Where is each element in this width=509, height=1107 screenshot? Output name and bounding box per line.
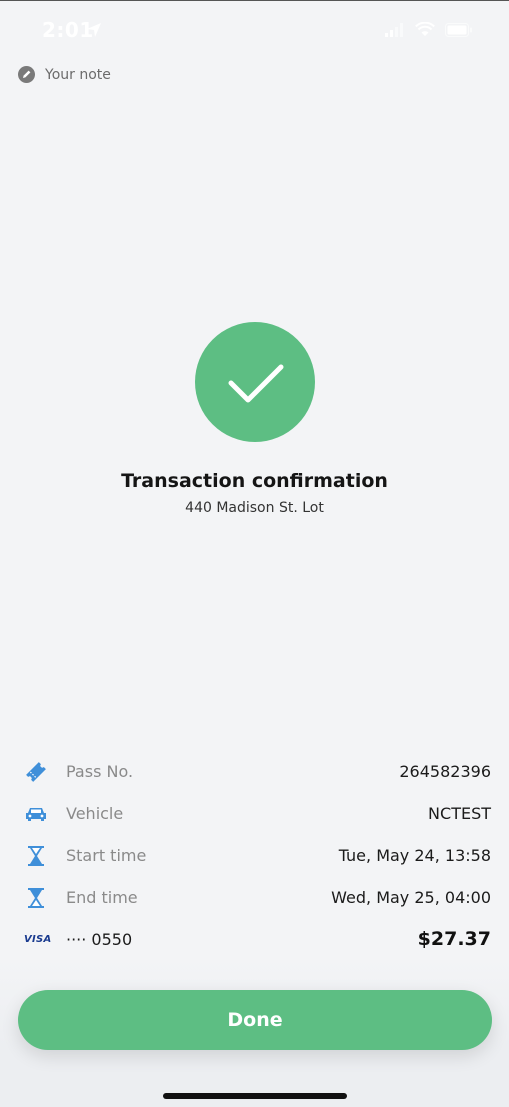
vehicle-value: NCTEST (428, 804, 491, 823)
pass-value: 264582396 (399, 762, 491, 781)
lot-location: 440 Madison St. Lot (185, 500, 324, 516)
page-title: Transaction confirmation (121, 470, 388, 492)
battery-icon (445, 22, 472, 37)
detail-row-vehicle: Vehicle NCTEST (0, 793, 509, 835)
car-icon (26, 808, 46, 821)
location-arrow-icon (87, 23, 101, 37)
wifi-icon (415, 22, 435, 36)
detail-row-pass: Pass No. 264582396 (0, 751, 509, 793)
done-button[interactable]: Done (18, 990, 492, 1050)
detail-row-end-time: End time Wed, May 25, 04:00 (0, 877, 509, 919)
note-label: Your note (45, 66, 111, 83)
your-note-button[interactable]: Your note (18, 66, 111, 83)
status-bar: 2:01 (0, 0, 509, 60)
detail-row-start-time: Start time Tue, May 24, 13:58 (0, 835, 509, 877)
hourglass-icon (28, 888, 44, 908)
end-time-label: End time (66, 888, 138, 907)
ticket-icon (26, 762, 46, 782)
start-time-value: Tue, May 24, 13:58 (338, 846, 491, 865)
pencil-icon (18, 66, 35, 83)
start-time-label: Start time (66, 846, 147, 865)
card-number: ···· 0550 (66, 930, 133, 949)
end-time-value: Wed, May 25, 04:00 (331, 888, 491, 907)
payment-row: VISA ···· 0550 $27.37 (0, 919, 509, 961)
transaction-details: Pass No. 264582396 Vehicle NCTEST Start … (0, 751, 509, 961)
signal-icon (385, 22, 403, 37)
pass-label: Pass No. (66, 762, 134, 781)
visa-logo-icon: VISA (24, 934, 52, 945)
success-checkmark-icon (195, 322, 315, 442)
total-amount: $27.37 (417, 928, 491, 950)
hourglass-icon (28, 846, 44, 866)
vehicle-label: Vehicle (66, 804, 124, 823)
home-indicator[interactable] (163, 1093, 347, 1099)
